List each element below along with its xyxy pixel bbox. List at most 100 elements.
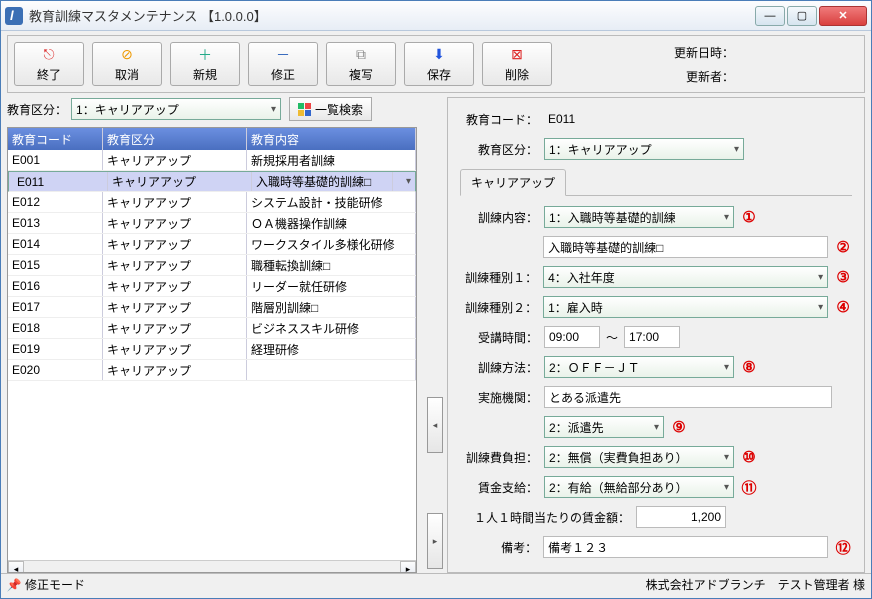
time-label: 受講時間： — [460, 329, 538, 346]
method-select[interactable]: 2：ＯＦＦ－ＪＴ — [544, 356, 734, 378]
kubun-label: 教育区分： — [460, 141, 538, 158]
cell-naiyou: システム設計・技能研修 — [247, 192, 416, 212]
hourly-field[interactable]: 1,200 — [636, 506, 726, 528]
mark-8: ⑧ — [740, 358, 758, 376]
edit-button[interactable]: －修正 — [248, 42, 318, 86]
cell-naiyou — [247, 360, 416, 380]
time-to[interactable]: 17:00 — [624, 326, 680, 348]
mark-11: ⑪ — [740, 478, 758, 496]
tab-career-up[interactable]: キャリアアップ — [460, 169, 566, 196]
table-row[interactable]: E013キャリアアップＯＡ機器操作訓練 — [8, 213, 416, 234]
type1-label: 訓練種別１： — [460, 269, 537, 286]
org-text[interactable]: とある派遣先 — [544, 386, 832, 408]
cell-naiyou: ワークスタイル多様化研修 — [247, 234, 416, 254]
filter-label: 教育区分： — [7, 101, 67, 118]
copy-icon: ⧉ — [352, 46, 370, 64]
table-row[interactable]: E001キャリアアップ新規採用者訓練 — [8, 150, 416, 171]
tab-strip: キャリアアップ — [460, 168, 852, 196]
cell-kubun: キャリアアップ — [103, 255, 247, 275]
cell-code: E014 — [8, 234, 103, 254]
new-button[interactable]: ＋新規 — [170, 42, 240, 86]
status-mode: 修正モード — [25, 576, 85, 593]
status-bar: 📌 修正モード 株式会社アドブランチ テスト管理者 様 — [1, 573, 871, 595]
cell-code: E011 — [13, 172, 108, 191]
cell-kubun: キャリアアップ — [103, 360, 247, 380]
cell-naiyou: 階層別訓練□ — [247, 297, 416, 317]
cell-kubun: キャリアアップ — [103, 276, 247, 296]
table-row[interactable]: E016キャリアアップリーダー就任研修 — [8, 276, 416, 297]
grid-body[interactable]: E001キャリアアップ新規採用者訓練E011キャリアアップ入職時等基礎的訓練□E… — [8, 150, 416, 560]
list-search-button[interactable]: 一覧検索 — [289, 97, 372, 121]
type2-select[interactable]: 1：雇入時 — [543, 296, 828, 318]
type2-label: 訓練種別２： — [460, 299, 537, 316]
cell-code: E013 — [8, 213, 103, 233]
pin-icon: 📌 — [7, 578, 21, 592]
cell-naiyou: 新規採用者訓練 — [247, 150, 416, 170]
method-label: 訓練方法： — [460, 359, 538, 376]
mark-12: ⑫ — [834, 538, 852, 556]
table-row[interactable]: E019キャリアアップ経理研修 — [8, 339, 416, 360]
remark-label: 備考： — [460, 539, 537, 556]
hourly-label: １人１時間当たりの賃金額： — [460, 509, 630, 526]
cell-naiyou: 入職時等基礎的訓練□ — [252, 172, 393, 191]
cell-naiyou: 職種転換訓練□ — [247, 255, 416, 275]
save-button[interactable]: ⬇保存 — [404, 42, 474, 86]
col-naiyou[interactable]: 教育内容 — [247, 128, 416, 150]
toolbar: ⎋終了 ⊘取消 ＋新規 －修正 ⧉複写 ⬇保存 ⊠削除 更新日時： 更新者： — [7, 35, 865, 93]
cell-kubun: キャリアアップ — [103, 192, 247, 212]
maximize-button[interactable]: ▢ — [787, 6, 817, 26]
table-row[interactable]: E017キャリアアップ階層別訓練□ — [8, 297, 416, 318]
cell-code: E015 — [8, 255, 103, 275]
table-row[interactable]: E015キャリアアップ職種転換訓練□ — [8, 255, 416, 276]
splitter-collapse-left[interactable]: ◂ — [427, 397, 443, 453]
cell-kubun: キャリアアップ — [108, 172, 252, 191]
table-row[interactable]: E014キャリアアップワークスタイル多様化研修 — [8, 234, 416, 255]
org-select[interactable]: 2：派遣先 — [544, 416, 664, 438]
window-title: 教育訓練マスタメンテナンス 【1.0.0.0】 — [29, 6, 753, 25]
mark-4: ④ — [834, 298, 852, 316]
cell-kubun: キャリアアップ — [103, 234, 247, 254]
col-kubun[interactable]: 教育区分 — [103, 128, 247, 150]
cell-code: E012 — [8, 192, 103, 212]
app-icon — [5, 7, 23, 25]
mark-3: ③ — [834, 268, 852, 286]
cost-select[interactable]: 2：無償（実費負担あり） — [544, 446, 734, 468]
title-bar: 教育訓練マスタメンテナンス 【1.0.0.0】 — ▢ ✕ — [1, 1, 871, 31]
list-search-icon — [298, 103, 311, 116]
naiyou-label: 訓練内容： — [460, 209, 538, 226]
save-icon: ⬇ — [430, 46, 448, 64]
table-row[interactable]: E012キャリアアップシステム設計・技能研修 — [8, 192, 416, 213]
cancel-button[interactable]: ⊘取消 — [92, 42, 162, 86]
delete-button[interactable]: ⊠削除 — [482, 42, 552, 86]
copy-button[interactable]: ⧉複写 — [326, 42, 396, 86]
naiyou-text[interactable]: 入職時等基礎的訓練□ — [543, 236, 828, 258]
scroll-left-icon[interactable]: ◂ — [8, 561, 24, 573]
grid-header: 教育コード 教育区分 教育内容 — [8, 128, 416, 150]
cost-label: 訓練費負担： — [460, 449, 538, 466]
time-sep: ～ — [606, 329, 618, 346]
splitter-collapse-right[interactable]: ▸ — [427, 513, 443, 569]
table-row[interactable]: E018キャリアアップビジネススキル研修 — [8, 318, 416, 339]
grid-h-scrollbar[interactable]: ◂ ▸ — [8, 560, 416, 573]
cell-kubun: キャリアアップ — [103, 297, 247, 317]
remark-field[interactable]: 備考１２３ — [543, 536, 828, 558]
cell-code: E017 — [8, 297, 103, 317]
naiyou-select[interactable]: 1：入職時等基礎的訓練 — [544, 206, 734, 228]
scroll-right-icon[interactable]: ▸ — [400, 561, 416, 573]
kubun-select[interactable]: 1：キャリアアップ — [544, 138, 744, 160]
minimize-button[interactable]: — — [755, 6, 785, 26]
table-row[interactable]: E020キャリアアップ — [8, 360, 416, 381]
col-code[interactable]: 教育コード — [8, 128, 103, 150]
mark-2: ② — [834, 238, 852, 256]
delete-icon: ⊠ — [508, 46, 526, 64]
wage-select[interactable]: 2：有給（無給部分あり） — [544, 476, 734, 498]
cell-naiyou: ビジネススキル研修 — [247, 318, 416, 338]
table-row[interactable]: E011キャリアアップ入職時等基礎的訓練□ — [8, 171, 416, 192]
cell-code: E001 — [8, 150, 103, 170]
cell-code: E018 — [8, 318, 103, 338]
filter-kubun-select[interactable]: 1：キャリアアップ — [71, 98, 281, 120]
close-button[interactable]: ✕ — [819, 6, 867, 26]
exit-button[interactable]: ⎋終了 — [14, 42, 84, 86]
type1-select[interactable]: 4：入社年度 — [543, 266, 828, 288]
time-from[interactable]: 09:00 — [544, 326, 600, 348]
